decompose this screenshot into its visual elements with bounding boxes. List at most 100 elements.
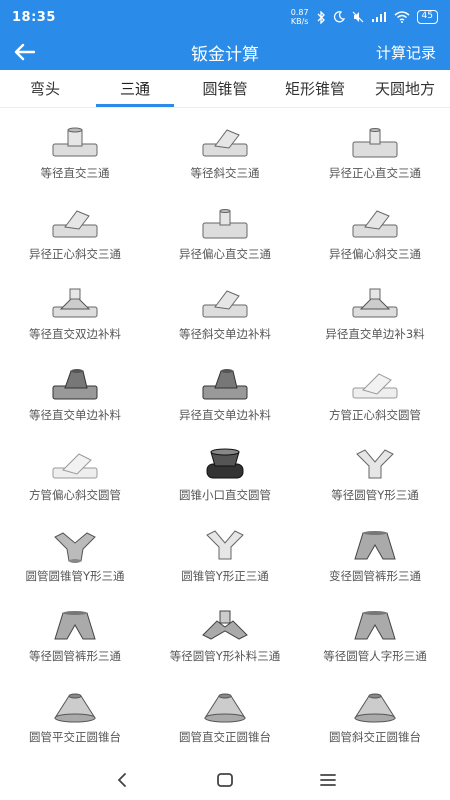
grid-item[interactable]: 异径正心直交三通: [300, 118, 450, 199]
y-tee-icon: [345, 446, 405, 484]
grid-item-label: 等径直交双边补料: [29, 327, 121, 341]
grid-item-label: 圆锥小口直交圆管: [179, 488, 271, 502]
tee-oblique-icon: [45, 205, 105, 243]
tee-solid-icon: [45, 366, 105, 404]
tab-elbow[interactable]: 弯头: [0, 70, 90, 107]
item-grid: 等径直交三通 等径斜交三通 异径正心直交三通异径正心斜交三通 异径偏心直交三通 异径偏心…: [0, 118, 450, 762]
tee-oblique-icon: [195, 285, 255, 323]
y-patch-icon: [195, 607, 255, 645]
tee-patch-icon: [45, 285, 105, 323]
grid-item-label: 异径直交单边补料: [179, 407, 271, 422]
grid-item[interactable]: 等径斜交单边补料: [150, 279, 300, 360]
square-pipe-icon: [45, 446, 105, 484]
signal-icon: [371, 12, 386, 22]
grid-item-label: 等径直交三通: [40, 166, 110, 180]
tab-tee[interactable]: 三通: [90, 70, 180, 107]
grid-item-label: 变径圆管裤形三通: [329, 568, 421, 583]
nav-menu-icon: [320, 774, 337, 786]
grid-item-label: 等径圆管Y形补料三通: [169, 649, 281, 663]
grid-item-label: 方管偏心斜交圆管: [29, 488, 121, 502]
grid-item[interactable]: 异径偏心直交三通: [150, 199, 300, 280]
cone-frustum-icon: [195, 688, 255, 726]
pants-tee-icon: [45, 607, 105, 645]
nav-home-icon: [217, 773, 233, 787]
y-cone-icon: [45, 527, 105, 565]
battery-indicator: 45: [416, 10, 438, 24]
grid-item-label: 方管正心斜交圆管: [329, 407, 421, 422]
grid-item-label: 圆管斜交正圆锥台: [329, 729, 421, 744]
tee-reducing-icon: [195, 205, 255, 243]
network-speed: 0.87 KB/s: [290, 8, 309, 26]
tab-cone[interactable]: 圆锥管: [180, 70, 270, 107]
bluetooth-icon: [317, 10, 325, 24]
grid-item-label: 异径偏心直交三通: [179, 246, 271, 261]
system-nav-bar: [0, 760, 450, 800]
grid-item[interactable]: 圆锥管Y形正三通: [150, 521, 300, 602]
moon-icon: [333, 11, 345, 23]
wifi-icon: [394, 11, 410, 23]
tee-straight-icon: [45, 124, 105, 162]
grid-item[interactable]: 等径圆管人字形三通: [300, 601, 450, 682]
nav-back-button[interactable]: [102, 762, 142, 798]
grid-item[interactable]: 等径直交单边补料: [0, 360, 150, 441]
grid-item-label: 等径圆管Y形三通: [331, 488, 419, 502]
grid-item-label: 等径直交单边补料: [29, 407, 121, 422]
grid-item[interactable]: 方管偏心斜交圆管: [0, 440, 150, 521]
pants-tee-icon: [345, 527, 405, 565]
tee-oblique-icon: [195, 124, 255, 162]
grid-item-label: 异径正心斜交三通: [29, 246, 121, 261]
status-icons: 0.87 KB/s 45: [291, 8, 438, 26]
tee-patch-icon: [345, 285, 405, 323]
grid-item[interactable]: 圆锥小口直交圆管: [150, 440, 300, 521]
grid-item[interactable]: 圆管直交正圆锥台: [150, 682, 300, 763]
grid-item-label: 圆管平交正圆锥台: [29, 729, 121, 744]
back-button[interactable]: [0, 34, 48, 70]
square-pipe-icon: [345, 366, 405, 404]
tab-rect-cone[interactable]: 矩形锥管: [270, 70, 360, 107]
mute-icon: [352, 11, 363, 23]
grid-item[interactable]: 等径圆管Y形补料三通: [150, 601, 300, 682]
grid-item-label: 等径圆管裤形三通: [29, 649, 121, 663]
history-button[interactable]: 计算记录: [376, 42, 436, 63]
tee-reducing-icon: [345, 124, 405, 162]
cone-frustum-icon: [45, 688, 105, 726]
grid-item[interactable]: 等径直交双边补料: [0, 279, 150, 360]
nav-home-button[interactable]: [205, 762, 245, 798]
grid-item-label: 等径圆管人字形三通: [323, 649, 427, 663]
grid-item[interactable]: 等径圆管裤形三通: [0, 601, 150, 682]
grid-item-label: 异径偏心斜交三通: [329, 246, 421, 261]
status-time: 18:35: [12, 9, 56, 25]
grid-item[interactable]: 方管正心斜交圆管: [300, 360, 450, 441]
grid-item[interactable]: 变径圆管裤形三通: [300, 521, 450, 602]
grid-item-label: 等径斜交三通: [190, 166, 260, 180]
cone-frustum-icon: [345, 688, 405, 726]
app-bar: 钣金计算 计算记录: [0, 34, 450, 70]
grid-item[interactable]: 圆管平交正圆锥台: [0, 682, 150, 763]
category-tabs: 弯头 三通 圆锥管 矩形锥管 天圆地方: [0, 70, 450, 108]
tee-oblique-icon: [345, 205, 405, 243]
y-tee-icon: [195, 527, 255, 565]
grid-item[interactable]: 圆管圆锥管Y形三通: [0, 521, 150, 602]
cone-pipe-icon: [195, 446, 255, 484]
grid-item[interactable]: 圆管斜交正圆锥台: [300, 682, 450, 763]
pants-tee-icon: [345, 607, 405, 645]
tab-round-square[interactable]: 天圆地方: [360, 70, 450, 107]
grid-item-label: 圆管直交正圆锥台: [179, 729, 271, 744]
grid-item-label: 异径直交单边补3料: [325, 327, 425, 341]
grid-item-label: 圆管圆锥管Y形三通: [25, 568, 125, 583]
grid-item-label: 异径正心直交三通: [329, 166, 421, 180]
tee-solid-icon: [195, 366, 255, 404]
arrow-left-icon: [14, 43, 35, 61]
grid-item[interactable]: 异径直交单边补3料: [300, 279, 450, 360]
nav-back-icon: [117, 773, 126, 787]
grid-item-label: 圆锥管Y形正三通: [181, 568, 269, 583]
status-bar: 18:35 0.87 KB/s 45: [0, 0, 450, 34]
grid-item[interactable]: 异径偏心斜交三通: [300, 199, 450, 280]
grid-item[interactable]: 等径直交三通: [0, 118, 150, 199]
grid-item[interactable]: 等径圆管Y形三通: [300, 440, 450, 521]
grid-item[interactable]: 等径斜交三通: [150, 118, 300, 199]
grid-item[interactable]: 异径正心斜交三通: [0, 199, 150, 280]
grid-item-label: 等径斜交单边补料: [179, 327, 271, 341]
nav-menu-button[interactable]: [308, 762, 348, 798]
grid-item[interactable]: 异径直交单边补料: [150, 360, 300, 441]
